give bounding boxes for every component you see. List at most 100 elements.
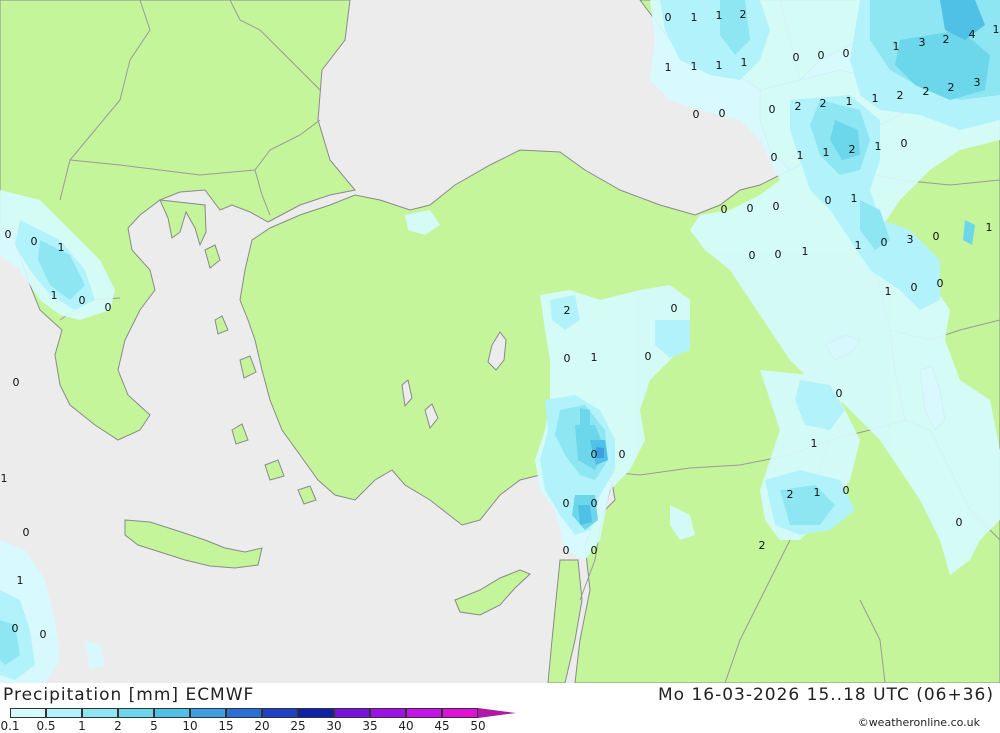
precip-value-label: 0: [645, 350, 652, 363]
precip-value-label: 2: [795, 100, 802, 113]
legend-tick-label: 35: [362, 719, 378, 733]
precip-value-label: 3: [907, 233, 914, 246]
legend-swatch: [190, 708, 226, 718]
precip-value-label: 1: [665, 61, 672, 74]
precip-value-label: 0: [911, 281, 918, 294]
precip-value-label: 1: [823, 146, 830, 159]
precip-value-label: 0: [881, 236, 888, 249]
precip-value-label: 1: [17, 574, 24, 587]
precip-value-label: 1: [58, 241, 65, 254]
precip-value-label: 2: [897, 89, 904, 102]
precip-value-label: 1: [716, 9, 723, 22]
precip-value-label: 0: [956, 516, 963, 529]
precip-value-label: 0: [901, 137, 908, 150]
precip-value-label: 2: [849, 143, 856, 156]
legend-swatch: [334, 708, 370, 718]
precip-value-label: 0: [23, 526, 30, 539]
precip-value-label: 0: [79, 294, 86, 307]
precip-value-label: 1: [885, 285, 892, 298]
legend-tick-label: 0.5: [36, 719, 56, 733]
legend-swatch: [406, 708, 442, 718]
precip-value-label: 1: [591, 351, 598, 364]
precip-value-label: 1: [716, 59, 723, 72]
precip-value-label: 0: [619, 448, 626, 461]
precip-value-label: 1: [691, 60, 698, 73]
legend-tick-label: 20: [254, 719, 270, 733]
legend-tick-label: 50: [470, 719, 486, 733]
legend-swatch: [46, 708, 82, 718]
precip-value-label: 0: [843, 484, 850, 497]
precip-value-label: 0: [836, 387, 843, 400]
precip-value-label: 1: [797, 149, 804, 162]
precip-value-label: 2: [564, 304, 571, 317]
precip-value-label: 0: [563, 544, 570, 557]
precip-value-label: 0: [693, 108, 700, 121]
legend-tick-label: 15: [218, 719, 234, 733]
precip-value-label: 1: [855, 239, 862, 252]
precip-value-label: 0: [105, 301, 112, 314]
legend-swatch: [154, 708, 190, 718]
legend-swatch: [442, 708, 478, 718]
precip-value-label: 0: [591, 497, 598, 510]
legend-tick-label: 30: [326, 719, 342, 733]
precip-value-label: 0: [843, 47, 850, 60]
legend-swatch: [10, 708, 46, 718]
precip-value-label: 1: [811, 437, 818, 450]
precip-value-label: 0: [719, 107, 726, 120]
precip-value-label: 0: [747, 202, 754, 215]
precip-value-label: 0: [825, 194, 832, 207]
precip-value-label: 0: [933, 230, 940, 243]
precip-value-label: 2: [948, 81, 955, 94]
precip-value-label: 2: [943, 33, 950, 46]
precip-value-label: 4: [969, 28, 976, 41]
precip-value-label: 1: [814, 486, 821, 499]
precip-value-label: 1: [986, 221, 993, 234]
precip-value-label: 0: [591, 544, 598, 557]
precip-value-label: 2: [787, 488, 794, 501]
precip-value-label: 1: [893, 40, 900, 53]
precip-value-label: 0: [721, 203, 728, 216]
legend-swatch: [118, 708, 154, 718]
precip-value-label: 0: [671, 302, 678, 315]
legend-tick-label: 5: [150, 719, 158, 733]
precip-value-label: 3: [919, 36, 926, 49]
precip-value-label: 0: [665, 11, 672, 24]
precip-value-label: 1: [691, 11, 698, 24]
precip-value-label: 0: [13, 376, 20, 389]
legend-swatch: [370, 708, 406, 718]
precip-value-label: 1: [1, 472, 8, 485]
legend-tick-label: 25: [290, 719, 306, 733]
footer: Precipitation [mm] ECMWF Mo 16-03-2026 1…: [0, 683, 1000, 733]
precip-value-label: 0: [749, 249, 756, 262]
precip-value-label: 0: [564, 352, 571, 365]
precip-value-label: 2: [923, 85, 930, 98]
precip-value-label: 2: [759, 539, 766, 552]
precip-value-label: 1: [802, 245, 809, 258]
legend-swatch: [226, 708, 262, 718]
precip-value-label: 1: [741, 56, 748, 69]
precip-value-label: 1: [851, 192, 858, 205]
legend-tick-label: 2: [114, 719, 122, 733]
legend-tick-label: 10: [182, 719, 198, 733]
valid-time: Mo 16-03-2026 15..18 UTC (06+36): [657, 685, 994, 705]
legend-tick-label: 40: [398, 719, 414, 733]
legend-tick-label: 45: [434, 719, 450, 733]
legend-swatch: [298, 708, 334, 718]
precip-value-label: 0: [775, 248, 782, 261]
precip-value-label: 0: [40, 628, 47, 641]
precip-value-label: 0: [818, 49, 825, 62]
precip-value-label: 2: [820, 97, 827, 110]
legend-swatch: [82, 708, 118, 718]
precip-value-label: 1: [846, 95, 853, 108]
precip-value-label: 0: [771, 151, 778, 164]
precip-value-label: 0: [773, 200, 780, 213]
precip-value-label: 0: [937, 277, 944, 290]
precip-value-label: 0: [12, 622, 19, 635]
color-scale-legend: 0.1 0.5 1 2 5 10 15 20 25 30 35 40 45 50: [0, 708, 530, 733]
precip-value-label: 0: [793, 51, 800, 64]
legend-tick-label: 0.1: [0, 719, 20, 733]
precip-value-label: 0: [591, 448, 598, 461]
precip-value-label: 1: [993, 23, 1000, 36]
credit-text[interactable]: ©weatheronline.co.uk: [858, 716, 980, 729]
precip-value-label: 2: [740, 8, 747, 21]
